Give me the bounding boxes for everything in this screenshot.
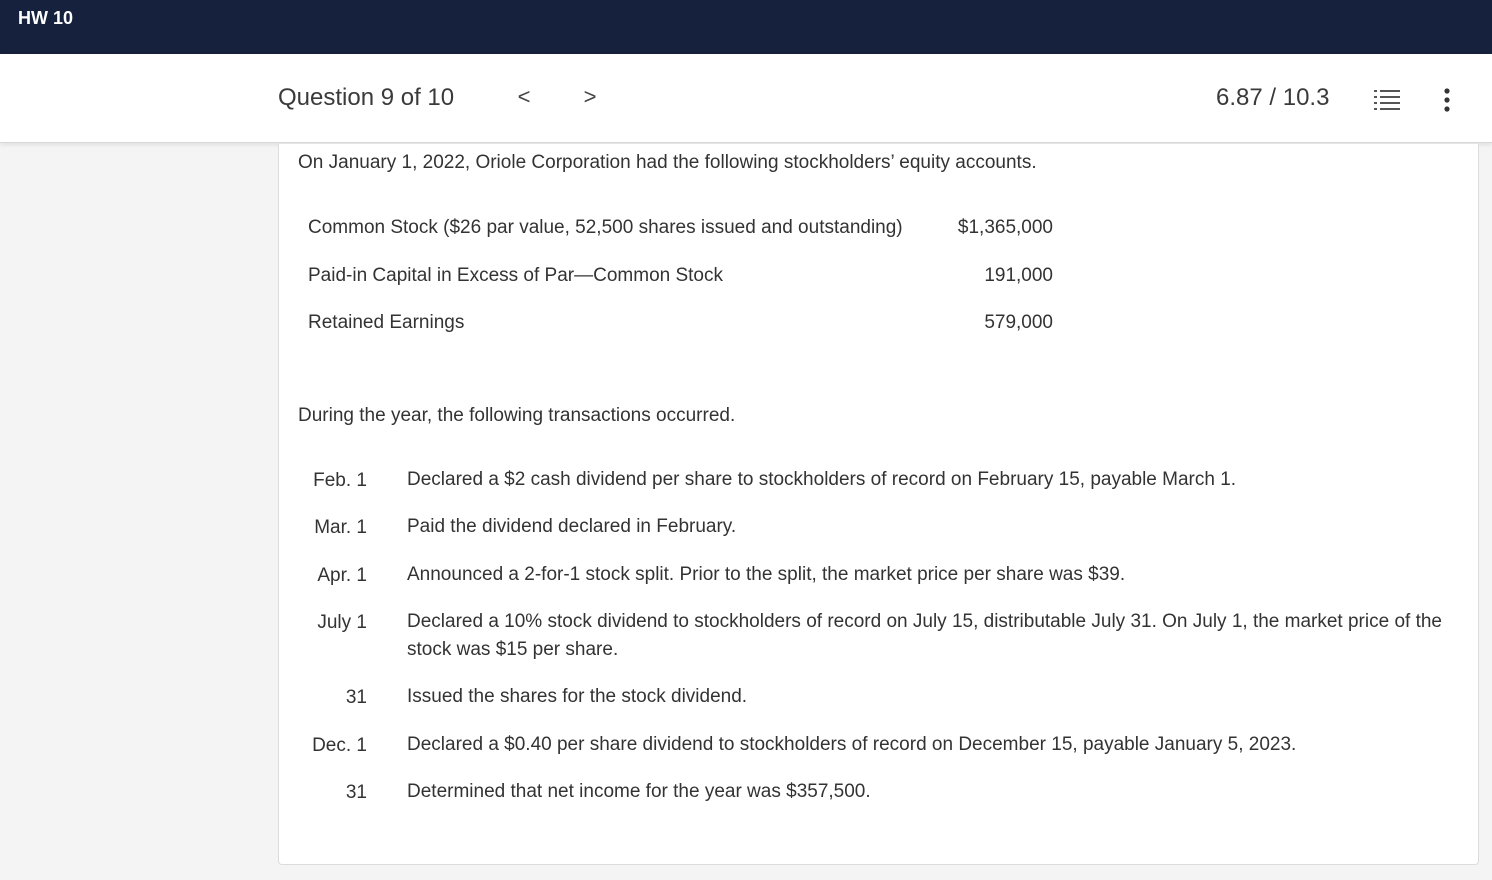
transaction-description: Issued the shares for the stock dividend…	[407, 686, 748, 707]
score-display: 6.87 / 10.3	[1216, 84, 1330, 111]
account-amount: 191,000	[984, 265, 1053, 286]
transaction-description: Announced a 2-for-1 stock split. Prior t…	[407, 564, 1126, 585]
transaction-date: 31	[345, 782, 367, 803]
transaction-description: Paid the dividend declared in February.	[407, 516, 737, 537]
list-icon[interactable]	[1374, 88, 1400, 110]
assignment-title: HW 10	[18, 8, 74, 28]
transaction-description: Determined that net income for the year …	[407, 781, 871, 802]
account-name: Retained Earnings	[308, 312, 465, 333]
previous-question-button[interactable]: <	[514, 84, 534, 110]
account-amount: $1,365,000	[957, 217, 1053, 238]
transaction-date: Dec. 1	[312, 735, 367, 756]
question-label: Question 9 of 10	[278, 84, 455, 111]
transaction-description: Declared a $0.40 per share dividend to s…	[407, 734, 1297, 755]
transactions-intro: During the year, the following transacti…	[298, 405, 736, 426]
account-name: Common Stock ($26 par value, 52,500 shar…	[308, 217, 903, 238]
transaction-date: Apr. 1	[317, 565, 367, 586]
transaction-date: 31	[345, 687, 367, 708]
transaction-description: Declared a $2 cash dividend per share to…	[407, 469, 1237, 490]
account-amount: 579,000	[984, 312, 1053, 333]
problem-intro: On January 1, 2022, Oriole Corporation h…	[298, 152, 1037, 173]
transaction-date: Feb. 1	[313, 470, 367, 491]
question-bar: Question 9 of 10 < > 6.87 / 10.3	[0, 54, 1492, 143]
next-question-button[interactable]: >	[580, 84, 600, 110]
transaction-date: Mar. 1	[314, 517, 367, 538]
question-card: On January 1, 2022, Oriole Corporation h…	[278, 144, 1479, 865]
transaction-description: Declared a 10% stock dividend to stockho…	[407, 611, 1442, 660]
transaction-date: July 1	[317, 612, 367, 633]
account-name: Paid-in Capital in Excess of Par—Common …	[308, 265, 723, 286]
top-bar: HW 10	[0, 0, 1492, 54]
more-vertical-icon[interactable]	[1440, 88, 1454, 112]
